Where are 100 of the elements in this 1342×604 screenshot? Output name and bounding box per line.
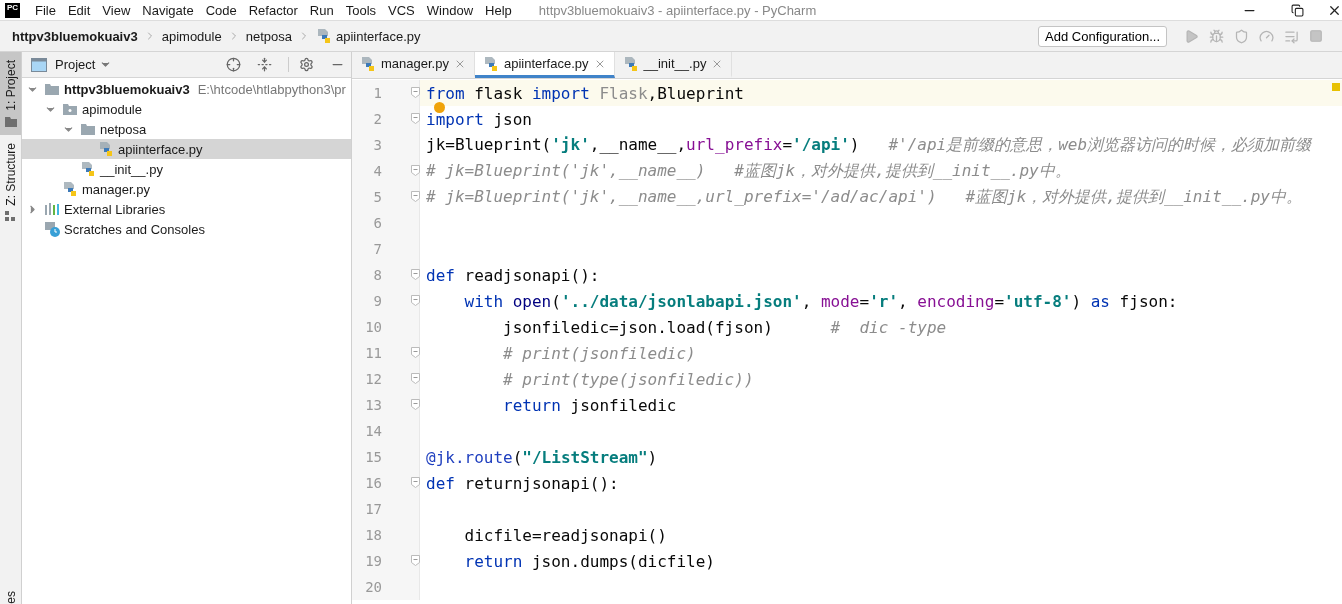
- code-line: # jk=Blueprint('jk',__name__,url_prefix='/ad/ac/api') #蓝图jk，对外提供,提供到__init__.py中。: [426, 186, 1302, 208]
- fold-marker-icon[interactable]: [411, 555, 420, 566]
- fold-marker-icon[interactable]: [411, 191, 420, 202]
- breadcrumb[interactable]: httpv3bluemokuaiv3: [12, 28, 138, 44]
- coverage-icon[interactable]: [1234, 28, 1249, 44]
- inspection-marker-icon[interactable]: [1332, 83, 1340, 91]
- menu-item[interactable]: Code: [200, 2, 242, 18]
- tree-item-label: httpv3bluemokuaiv3: [64, 81, 190, 97]
- line-number: 20: [364, 579, 382, 595]
- editor-tab[interactable]: manager.py: [352, 52, 475, 78]
- breadcrumb[interactable]: apimodule: [161, 28, 222, 44]
- fold-marker-icon[interactable]: [411, 373, 420, 384]
- fold-marker-icon[interactable]: [411, 165, 420, 176]
- restore-icon[interactable]: [1290, 3, 1304, 17]
- fold-marker-icon[interactable]: [411, 399, 420, 410]
- profile-icon[interactable]: [1259, 28, 1274, 44]
- add-configuration-button[interactable]: Add Configuration...: [1038, 25, 1167, 47]
- project-path: E:\htcode\htlabpython3\pr: [197, 81, 346, 97]
- line-number: 2: [372, 111, 382, 127]
- tree-item-label: __init__.py: [100, 161, 163, 177]
- fold-marker-icon[interactable]: [411, 269, 420, 280]
- code-line: with open('../data/jsonlabapi.json', mode='r', encoding='utf-8') as fjson:: [464, 291, 1178, 311]
- locate-icon[interactable]: [226, 57, 241, 72]
- menu-item[interactable]: Window: [421, 2, 479, 18]
- breadcrumb[interactable]: netposa: [245, 28, 292, 44]
- folder-icon: [44, 82, 60, 96]
- concurrency-icon[interactable]: [1284, 28, 1299, 44]
- line-number: 1: [372, 85, 382, 101]
- run-icon[interactable]: [1184, 28, 1199, 44]
- breadcrumb[interactable]: apiinterface.py: [315, 28, 421, 44]
- line-number: 7: [372, 241, 382, 257]
- library-icon: [44, 202, 60, 216]
- menu-item[interactable]: File: [30, 2, 61, 18]
- menu-item[interactable]: Run: [304, 2, 339, 18]
- line-number: 11: [364, 345, 382, 361]
- code-line: # print(jsonfiledic): [503, 343, 696, 363]
- scratches-icon: [44, 221, 60, 237]
- code-line: def readjsonapi():: [426, 265, 600, 285]
- line-number: 19: [364, 553, 382, 569]
- code-line: # jk=Blueprint('jk',__name__) #蓝图jk，对外提供,提供到__init__.py中。: [426, 160, 1071, 182]
- fold-marker-icon[interactable]: [411, 113, 420, 124]
- line-number: 16: [364, 475, 382, 491]
- menu-item[interactable]: Edit: [62, 2, 96, 18]
- tool-window-tab[interactable]: es: [0, 591, 21, 604]
- code-line: def returnjsonapi():: [426, 473, 619, 493]
- python-file-icon: [360, 55, 376, 72]
- tree-item[interactable]: manager.py: [22, 179, 351, 199]
- code-line: return json.dumps(dicfile): [464, 551, 715, 571]
- code-line: dicfile=readjsonapi(): [464, 525, 667, 545]
- tool-window-tab[interactable]: Z: Structure: [0, 134, 21, 230]
- menu-item[interactable]: Help: [480, 2, 517, 18]
- tool-window-tab[interactable]: 1: Project: [0, 52, 21, 135]
- tree-item[interactable]: httpv3bluemokuaiv3 E:\htcode\htlabpython3\pr: [22, 79, 351, 99]
- editor-tab[interactable]: __init__.py: [614, 52, 733, 78]
- line-number: 4: [372, 163, 382, 179]
- code-line: return jsonfiledic: [503, 395, 677, 415]
- tree-item[interactable]: apiinterface.py: [22, 139, 351, 159]
- menu-item[interactable]: View: [97, 2, 136, 18]
- line-number: 12: [364, 371, 382, 387]
- line-number: 5: [372, 189, 382, 205]
- tree-item-label: apimodule: [82, 101, 142, 117]
- menu-item[interactable]: VCS: [383, 2, 420, 18]
- tree-item[interactable]: Scratches and Consoles: [22, 219, 351, 239]
- menu-item[interactable]: Navigate: [137, 2, 199, 18]
- fold-marker-icon[interactable]: [411, 477, 420, 488]
- debug-icon[interactable]: [1209, 28, 1224, 44]
- collapse-all-icon[interactable]: [257, 57, 272, 72]
- tree-item[interactable]: External Libraries: [22, 199, 351, 219]
- line-number: 8: [372, 267, 382, 283]
- python-file-icon: [622, 55, 639, 72]
- fold-marker-icon[interactable]: [411, 87, 420, 98]
- menu-item[interactable]: Refactor: [243, 2, 303, 18]
- folder-icon: [80, 122, 96, 136]
- app-logo: PC: [5, 2, 20, 18]
- python-file-icon: [80, 161, 96, 177]
- intention-bulb-icon[interactable]: [434, 102, 445, 113]
- editor-tab[interactable]: apiinterface.py: [474, 52, 615, 78]
- window-title: httpv3bluemokuaiv3 - apiinterface.py - PyCharm: [538, 2, 818, 18]
- tree-item-label: Scratches and Consoles: [64, 221, 205, 237]
- panel-title[interactable]: Project: [55, 57, 96, 72]
- stop-icon[interactable]: [1309, 29, 1323, 43]
- line-number: 17: [364, 501, 382, 517]
- tree-item-label: netposa: [100, 121, 147, 137]
- code-line: jk=Blueprint('jk',__name__,url_prefix='/api') #'/api是前缀的意思，web浏览器访问的时候，必须加前缀: [426, 134, 1312, 156]
- menu-item[interactable]: Tools: [340, 2, 382, 18]
- tree-item-label: apiinterface.py: [118, 141, 203, 157]
- tree-item[interactable]: __init__.py: [22, 159, 351, 179]
- settings-icon[interactable]: [299, 57, 314, 72]
- tree-item[interactable]: apimodule: [22, 99, 351, 119]
- fold-marker-icon[interactable]: [411, 295, 420, 306]
- line-number: 10: [364, 319, 382, 335]
- python-file-icon: [482, 55, 499, 72]
- tree-item[interactable]: netposa: [22, 119, 351, 139]
- tree-item-label: External Libraries: [64, 201, 166, 217]
- tree-item-label: manager.py: [82, 181, 150, 197]
- fold-marker-icon[interactable]: [411, 347, 420, 358]
- code-line: from flask import Flask,Blueprint: [426, 83, 744, 103]
- project-view-icon: [31, 57, 47, 72]
- python-file-icon: [62, 181, 78, 197]
- folder-icon: [4, 116, 17, 127]
